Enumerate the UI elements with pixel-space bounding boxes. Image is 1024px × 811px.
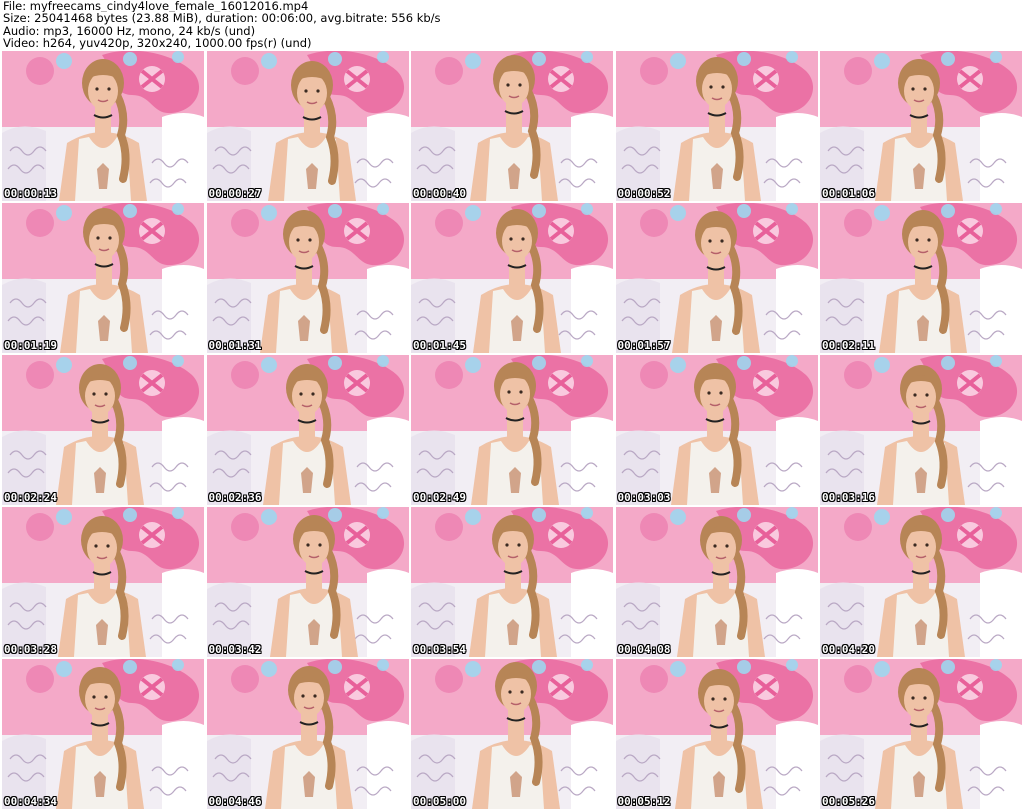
webcam-frame-image xyxy=(206,203,409,353)
video-thumbnail: 00:04:08 xyxy=(615,507,818,657)
webcam-frame-image xyxy=(2,203,204,353)
thumbnail-timestamp: 00:02:11 xyxy=(822,339,875,352)
thumbnail-timestamp: 00:01:06 xyxy=(822,187,875,200)
thumbnail-grid: 00:00:13 00:00:27 00:00:40 00:00:52 00:01:06… xyxy=(2,51,1022,809)
file-info-header: File: myfreecams_cindy4love_female_16012… xyxy=(3,0,1021,50)
video-thumbnail: 00:00:27 xyxy=(206,51,409,201)
thumbnail-timestamp: 00:01:19 xyxy=(4,339,57,352)
video-thumbnail: 00:03:42 xyxy=(206,507,409,657)
thumbnail-timestamp: 00:05:00 xyxy=(413,795,466,808)
video-thumbnail: 00:04:46 xyxy=(206,659,409,809)
thumbnail-timestamp: 00:00:27 xyxy=(208,187,262,200)
webcam-frame-image xyxy=(206,659,409,809)
webcam-frame-image xyxy=(411,203,613,353)
video-thumbnail: 00:00:52 xyxy=(615,51,818,201)
thumbnail-timestamp: 00:03:54 xyxy=(413,643,466,656)
thumbnail-timestamp: 00:00:13 xyxy=(4,187,57,200)
video-thumbnail: 00:02:11 xyxy=(820,203,1022,353)
video-thumbnail: 00:01:19 xyxy=(2,203,204,353)
webcam-frame-image xyxy=(206,355,409,505)
webcam-frame-image xyxy=(820,355,1022,505)
thumbnail-timestamp: 00:02:24 xyxy=(4,491,57,504)
webcam-frame-image xyxy=(2,355,204,505)
video-thumbnail: 00:04:34 xyxy=(2,659,204,809)
thumbnail-timestamp: 00:04:08 xyxy=(617,643,671,656)
video-info-line: Video: h264, yuv420p, 320x240, 1000.00 f… xyxy=(3,37,312,50)
thumbnail-timestamp: 00:04:34 xyxy=(4,795,57,808)
thumbnail-timestamp: 00:01:31 xyxy=(208,339,262,352)
video-thumbnail: 00:00:13 xyxy=(2,51,204,201)
thumbnail-timestamp: 00:02:36 xyxy=(208,491,262,504)
webcam-frame-image xyxy=(411,659,613,809)
video-thumbnail: 00:02:49 xyxy=(411,355,613,505)
webcam-frame-image xyxy=(820,659,1022,809)
video-thumbnail: 00:03:03 xyxy=(615,355,818,505)
webcam-frame-image xyxy=(206,507,409,657)
video-thumbnail: 00:01:31 xyxy=(206,203,409,353)
thumbnail-timestamp: 00:00:52 xyxy=(617,187,671,200)
file-size-line: Size: 25041468 bytes (23.88 MiB), durati… xyxy=(3,12,441,25)
webcam-frame-image xyxy=(615,659,818,809)
webcam-frame-image xyxy=(2,51,204,201)
webcam-frame-image xyxy=(2,507,204,657)
video-thumbnail: 00:01:57 xyxy=(615,203,818,353)
file-name-line: File: myfreecams_cindy4love_female_16012… xyxy=(3,0,309,13)
thumbnail-timestamp: 00:04:20 xyxy=(822,643,875,656)
webcam-frame-image xyxy=(615,355,818,505)
video-thumbnail: 00:03:28 xyxy=(2,507,204,657)
webcam-frame-image xyxy=(820,203,1022,353)
video-thumbnail: 00:03:54 xyxy=(411,507,613,657)
webcam-frame-image xyxy=(615,203,818,353)
thumbnail-timestamp: 00:02:49 xyxy=(413,491,466,504)
thumbnail-timestamp: 00:03:28 xyxy=(4,643,57,656)
thumbnail-timestamp: 00:05:12 xyxy=(617,795,671,808)
video-thumbnail: 00:05:26 xyxy=(820,659,1022,809)
video-thumbnail: 00:01:45 xyxy=(411,203,613,353)
webcam-frame-image xyxy=(615,51,818,201)
webcam-frame-image xyxy=(411,51,613,201)
thumbnail-timestamp: 00:03:03 xyxy=(617,491,671,504)
video-thumbnail: 00:02:24 xyxy=(2,355,204,505)
thumbnail-timestamp: 00:04:46 xyxy=(208,795,262,808)
video-thumbnail: 00:04:20 xyxy=(820,507,1022,657)
thumbnail-timestamp: 00:01:57 xyxy=(617,339,671,352)
webcam-frame-image xyxy=(411,507,613,657)
webcam-frame-image xyxy=(411,355,613,505)
webcam-frame-image xyxy=(820,51,1022,201)
thumbnail-timestamp: 00:01:45 xyxy=(413,339,466,352)
video-thumbnail: 00:05:12 xyxy=(615,659,818,809)
video-thumbnail: 00:05:00 xyxy=(411,659,613,809)
webcam-frame-image xyxy=(2,659,204,809)
webcam-frame-image xyxy=(206,51,409,201)
thumbnail-timestamp: 00:05:26 xyxy=(822,795,875,808)
video-thumbnail: 00:01:06 xyxy=(820,51,1022,201)
video-thumbnail: 00:03:16 xyxy=(820,355,1022,505)
thumbnail-timestamp: 00:03:42 xyxy=(208,643,262,656)
audio-info-line: Audio: mp3, 16000 Hz, mono, 24 kb/s (und… xyxy=(3,24,256,38)
webcam-frame-image xyxy=(615,507,818,657)
webcam-frame-image xyxy=(820,507,1022,657)
thumbnail-timestamp: 00:03:16 xyxy=(822,491,875,504)
video-thumbnail: 00:00:40 xyxy=(411,51,613,201)
video-thumbnail: 00:02:36 xyxy=(206,355,409,505)
thumbnail-timestamp: 00:00:40 xyxy=(413,187,466,200)
